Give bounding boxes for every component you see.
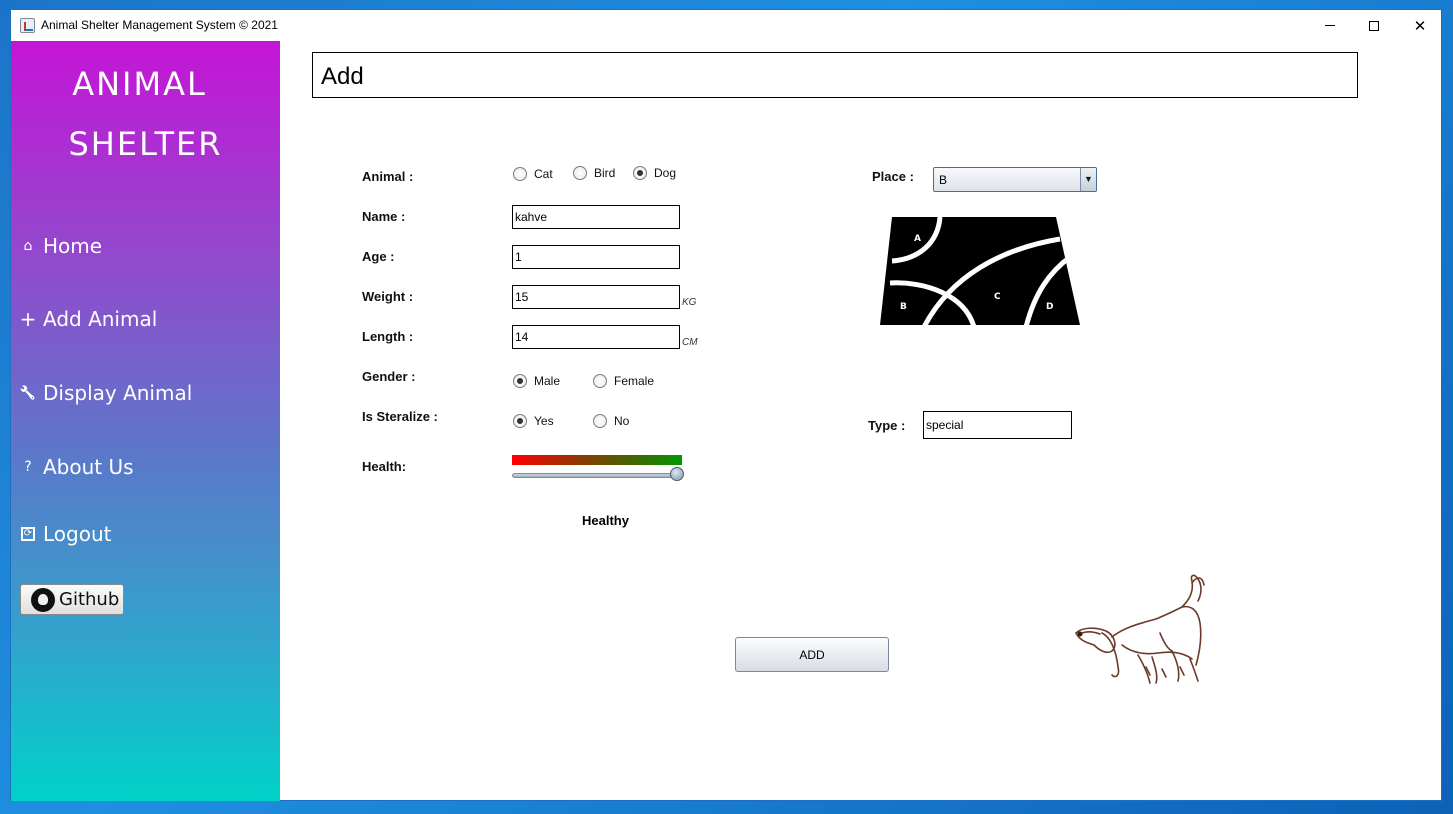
github-icon [31,587,55,612]
name-field[interactable]: kahve [512,205,680,229]
radio-indicator [633,166,647,180]
gender-radio-female[interactable]: Female [593,374,654,388]
length-label: Length : [362,329,414,344]
radio-indicator [513,167,527,181]
sidebar-item-label: Add Animal [43,307,158,331]
add-button[interactable]: ADD [735,637,889,672]
brand-title-line1: ANIMAL [72,65,207,103]
length-unit: CM [682,337,698,348]
dog-sketch-image [1075,574,1205,684]
maximize-button[interactable] [1351,10,1397,41]
question-icon: ? [24,459,32,475]
radio-label: Male [534,374,561,388]
sidebar-item-about-us[interactable]: ? About Us [17,450,267,484]
animal-radio-cat[interactable]: Cat [513,167,553,181]
radio-label: Dog [654,166,677,180]
place-selected-value: B [939,173,948,187]
radio-label: Bird [594,166,616,180]
home-icon: ⌂ [23,238,33,254]
minimize-icon [1325,25,1335,26]
dog-nose [1077,631,1083,637]
map-label-b: B [900,302,907,312]
github-button[interactable]: Github [20,584,124,615]
radio-label: Cat [534,167,553,181]
health-slider-thumb[interactable] [670,467,684,481]
github-button-label: Github [59,589,120,610]
map-label-c: C [994,292,1001,302]
animal-radio-bird[interactable]: Bird [573,166,615,180]
map-label-a: A [914,234,921,244]
health-label: Health: [362,459,407,474]
chevron-down-icon: ▼ [1080,168,1096,191]
close-button[interactable]: ✕ [1397,10,1443,41]
sterilize-label: Is Steralize : [362,409,438,424]
sidebar-item-label: Logout [43,522,112,546]
radio-indicator [513,374,527,388]
map-label-d: D [1046,302,1053,312]
sidebar-item-home[interactable]: ⌂ Home [17,229,267,263]
logout-icon: ⟳ [21,527,35,541]
health-gradient-bar [512,455,682,465]
radio-label: No [614,414,630,428]
radio-label: Yes [534,414,554,428]
type-label: Type : [868,418,906,433]
animal-radio-dog[interactable]: Dog [633,166,676,180]
java-app-icon [20,18,35,33]
sidebar-item-logout[interactable]: ⟳ Logout [17,517,267,551]
type-field[interactable]: special [923,411,1072,439]
wrench-icon: 🔧 [19,385,37,401]
radio-indicator [593,374,607,388]
weight-unit: KG [682,297,697,308]
minimize-button[interactable] [1307,10,1353,41]
brand-title-line2: SHELTER [68,125,223,163]
title-bar: Animal Shelter Management System © 2021 … [11,10,1441,41]
sidebar-item-add-animal[interactable]: + Add Animal [17,302,267,336]
radio-indicator [513,414,527,428]
sidebar-item-label: Home [43,234,103,258]
gender-radio-male[interactable]: Male [513,374,560,388]
health-slider-track[interactable] [512,473,682,478]
health-status: Healthy [582,513,629,528]
radio-indicator [593,414,607,428]
sidebar-item-label: About Us [43,455,134,479]
plus-icon: + [19,307,37,331]
animal-label: Animal : [362,169,414,184]
sterilize-radio-yes[interactable]: Yes [513,414,554,428]
add-button-label: ADD [799,647,825,662]
window-title: Animal Shelter Management System © 2021 [41,18,278,32]
length-field[interactable]: 14 [512,325,680,349]
place-dropdown[interactable]: B ▼ [933,167,1097,192]
app-window: Animal Shelter Management System © 2021 … [10,9,1442,801]
weight-field[interactable]: 15 [512,285,680,309]
main-panel: Add Animal : Cat Bird Dog Name : kahve A… [280,41,1442,801]
sidebar: ANIMAL SHELTER ⌂ Home + Add Animal 🔧 Dis… [11,41,280,801]
maximize-icon [1369,20,1379,31]
sterilize-radio-no[interactable]: No [593,414,629,428]
place-label: Place : [872,169,914,184]
name-label: Name : [362,209,406,224]
page-title: Add [312,52,1358,98]
gender-label: Gender : [362,369,416,384]
sidebar-item-label: Display Animal [43,381,193,405]
radio-label: Female [614,374,655,388]
age-field[interactable]: 1 [512,245,680,269]
shelter-place-map: A B C D [880,217,1080,325]
sidebar-item-display-animal[interactable]: 🔧 Display Animal [17,376,267,410]
close-icon: ✕ [1413,17,1427,35]
weight-label: Weight : [362,289,414,304]
radio-indicator [573,166,587,180]
age-label: Age : [362,249,395,264]
